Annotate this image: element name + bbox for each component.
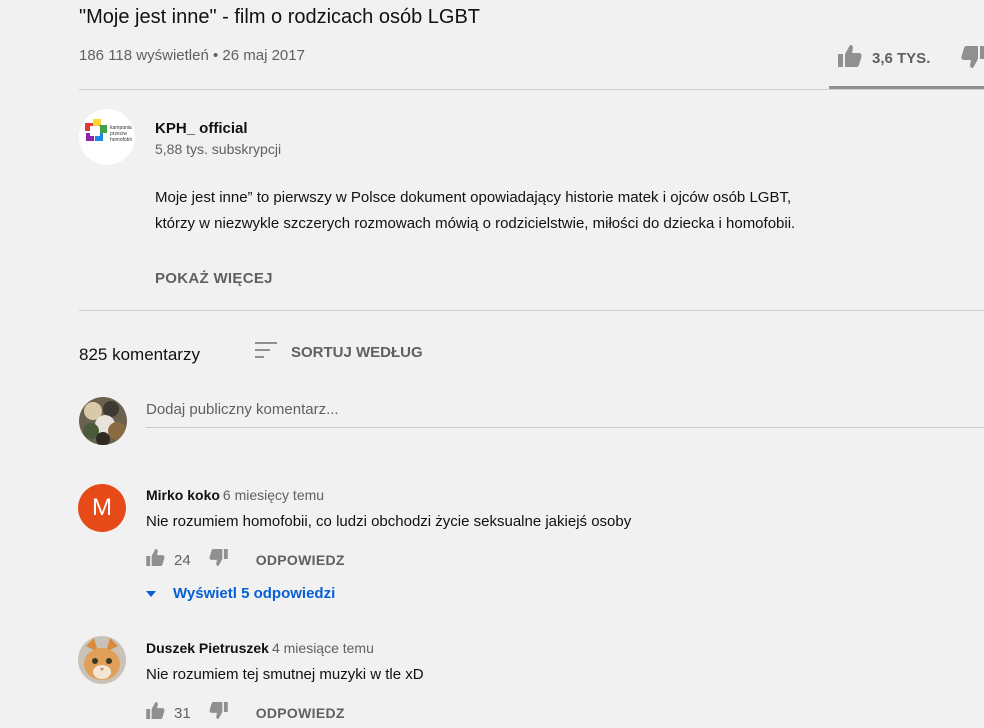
reply-button[interactable]: ODPOWIEDZ bbox=[256, 705, 345, 721]
thumb-up-icon[interactable] bbox=[146, 549, 165, 571]
thumb-down-icon[interactable] bbox=[209, 702, 228, 724]
sort-label: SORTUJ WEDŁUG bbox=[291, 344, 423, 361]
sort-icon bbox=[255, 341, 277, 364]
sort-button[interactable]: SORTUJ WEDŁUG bbox=[255, 341, 423, 364]
avatar-letter: M bbox=[92, 494, 112, 521]
thumb-up-icon[interactable] bbox=[146, 702, 165, 724]
comment-actions: 24 ODPOWIEDZ bbox=[146, 549, 345, 571]
comment-author[interactable]: Duszek Pietruszek 4 miesiące temu bbox=[146, 640, 374, 656]
comment-author-name[interactable]: Mirko koko bbox=[146, 487, 220, 503]
video-views-date: 186 118 wyświetleń • 26 maj 2017 bbox=[79, 47, 305, 64]
channel-avatar[interactable]: kampania przeciw homofobii bbox=[79, 109, 135, 165]
thumb-up-icon bbox=[838, 44, 862, 72]
thumb-down-icon bbox=[961, 46, 984, 72]
comment-actions: 31 ODPOWIEDZ bbox=[146, 702, 345, 724]
reply-button[interactable]: ODPOWIEDZ bbox=[256, 552, 345, 568]
comment-text: Nie rozumiem homofobii, co ludzi obchodz… bbox=[146, 513, 632, 530]
comment-time[interactable]: 6 miesięcy temu bbox=[223, 487, 324, 503]
video-description: Moje jest inne” to pierwszy w Polsce dok… bbox=[155, 185, 945, 237]
divider bbox=[79, 89, 984, 90]
like-button[interactable]: 3,6 TYS. bbox=[838, 44, 930, 72]
add-comment-underline bbox=[146, 427, 984, 428]
view-replies-button[interactable]: Wyświetl 5 odpowiedzi bbox=[146, 584, 335, 602]
show-more-button[interactable]: POKAŻ WIĘCEJ bbox=[155, 270, 273, 287]
comment-text: Nie rozumiem tej smutnej muzyki w tle xD bbox=[146, 666, 424, 683]
description-line: Moje jest inne” to pierwszy w Polsce dok… bbox=[155, 189, 792, 206]
description-line: którzy w niezwykle szczerych rozmowach m… bbox=[155, 215, 796, 232]
like-count: 3,6 TYS. bbox=[872, 49, 931, 67]
channel-name-link[interactable]: KPH_ official bbox=[155, 120, 248, 137]
video-title: "Moje jest inne" - film o rodzicach osób… bbox=[79, 6, 481, 28]
view-replies-label: Wyświetl 5 odpowiedzi bbox=[173, 584, 336, 602]
comment-author[interactable]: Mirko koko 6 miesięcy temu bbox=[146, 487, 324, 503]
comment-author-avatar[interactable]: M bbox=[78, 484, 126, 532]
comment-author-avatar[interactable] bbox=[78, 636, 126, 684]
comments-count: 825 komentarzy bbox=[79, 345, 200, 364]
comment-time[interactable]: 4 miesiące temu bbox=[272, 640, 374, 656]
comment-author-name[interactable]: Duszek Pietruszek bbox=[146, 640, 269, 656]
comment-like-count: 24 bbox=[174, 551, 191, 569]
comment-like-count: 31 bbox=[174, 704, 191, 722]
divider bbox=[79, 310, 984, 311]
thumb-down-icon[interactable] bbox=[209, 549, 228, 571]
add-comment-input[interactable]: Dodaj publiczny komentarz... bbox=[146, 401, 339, 418]
user-avatar bbox=[79, 397, 127, 445]
caret-down-icon bbox=[146, 584, 156, 602]
dislike-button[interactable] bbox=[961, 46, 984, 73]
subscriber-count: 5,88 tys. subskrypcji bbox=[155, 141, 282, 157]
logo-text-line: homofobii bbox=[110, 137, 132, 143]
